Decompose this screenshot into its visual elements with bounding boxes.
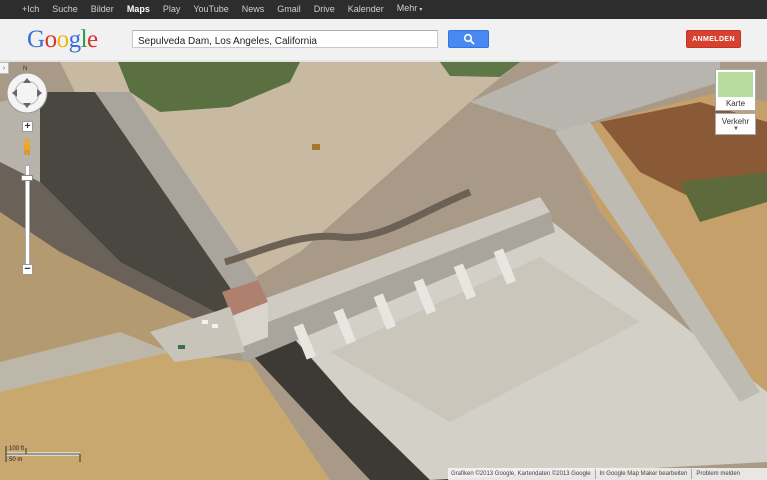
- google-logo[interactable]: Google: [27, 26, 98, 54]
- layers-label: Verkehr: [721, 117, 750, 126]
- footer-divider: [594, 469, 596, 479]
- gbar-item-label: Kalender: [347, 4, 384, 14]
- google-bar: +Ich Suche Bilder Maps Play YouTube News Gmail D…: [0, 0, 767, 19]
- zoom-slider-thumb[interactable]: [21, 175, 33, 181]
- pegman-icon[interactable]: [20, 138, 34, 156]
- google-bar-nav: +Ich Suche Bilder Maps Play YouTube News Gmail D…: [0, 0, 767, 19]
- header: Google ANMELDEN: [0, 19, 767, 61]
- gbar-item-label: Bilder: [90, 4, 114, 14]
- footer-divider: [691, 469, 693, 479]
- gbar-item-maps[interactable]: Maps: [127, 0, 150, 19]
- gbar-item-play[interactable]: Play: [163, 0, 181, 19]
- gbar-item-gmail[interactable]: Gmail: [277, 0, 301, 19]
- gbar-item-bilder[interactable]: Bilder: [91, 0, 114, 19]
- search-box[interactable]: [132, 30, 438, 50]
- map-type-button[interactable]: Karte: [715, 69, 756, 111]
- search-button[interactable]: [448, 30, 489, 48]
- scale-imperial-label: 100 ft: [9, 446, 25, 452]
- aerial-imagery: [0, 62, 767, 480]
- logo-letter: G: [27, 26, 45, 53]
- gbar-item-label: +Ich: [22, 4, 40, 14]
- gbar-item-suche[interactable]: Suche: [52, 0, 78, 19]
- gbar-item-drive[interactable]: Drive: [314, 0, 335, 19]
- signin-button[interactable]: ANMELDEN: [686, 30, 741, 48]
- gbar-item-label: Mehr: [396, 3, 418, 13]
- gbar-item-label: Gmail: [277, 4, 301, 14]
- gbar-item-label: Play: [162, 4, 181, 14]
- gbar-item-news[interactable]: News: [242, 0, 265, 19]
- logo-letter: o: [56, 26, 70, 53]
- gbar-item-youtube[interactable]: YouTube: [193, 0, 228, 19]
- chevron-down-icon: ▾: [419, 7, 423, 13]
- logo-letter: e: [87, 26, 98, 53]
- map-footer: Grafiken ©2013 Google, Kartendaten ©2013…: [448, 468, 767, 480]
- map-type-label: Karte: [725, 99, 746, 108]
- logo-letter: o: [44, 26, 58, 53]
- gbar-item-label: Maps: [126, 4, 150, 14]
- scale-bar: 100 ft 50 m: [4, 444, 84, 466]
- attribution-text: Grafiken ©2013 Google, Kartendaten ©2013…: [451, 471, 591, 477]
- gbar-item-label: News: [241, 4, 265, 14]
- zoom-out-button[interactable]: −: [22, 264, 33, 275]
- layers-dropdown[interactable]: Verkehr ▼: [715, 113, 756, 135]
- zoom-in-button[interactable]: +: [22, 121, 33, 132]
- chevron-down-icon: ▼: [733, 126, 739, 132]
- gbar-item-label: YouTube: [193, 4, 229, 14]
- map-maker-link[interactable]: In Google Map Maker bearbeiten: [597, 471, 691, 477]
- gbar-item-ich[interactable]: +Ich: [22, 0, 39, 19]
- gbar-item-mehr[interactable]: Mehr ▾: [397, 0, 423, 20]
- gbar-item-label: Suche: [52, 4, 78, 14]
- gbar-item-kalender[interactable]: Kalender: [348, 0, 384, 19]
- compass-north-label: N: [23, 66, 28, 72]
- gbar-item-label: Drive: [313, 4, 335, 14]
- pan-control[interactable]: [5, 71, 49, 115]
- scale-metric-label: 50 m: [9, 457, 23, 463]
- map-canvas[interactable]: › N + − Karte Verkehr ▼ 100 ft 50 m Graf…: [0, 62, 767, 480]
- report-problem-link[interactable]: Problem melden: [693, 471, 743, 477]
- search-input[interactable]: [133, 33, 437, 50]
- search-icon: [463, 33, 474, 45]
- logo-letter: g: [68, 26, 82, 53]
- map-thumbnail: [718, 72, 753, 97]
